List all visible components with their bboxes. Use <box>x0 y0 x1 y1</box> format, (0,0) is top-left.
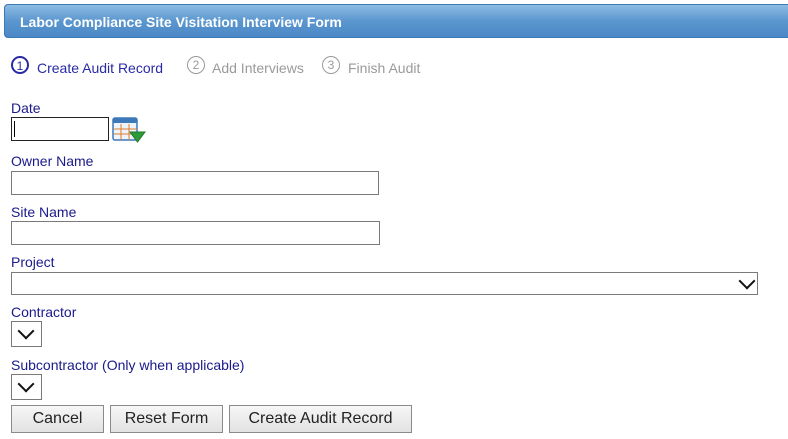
step-3-label: Finish Audit <box>348 60 421 76</box>
cancel-button[interactable]: Cancel <box>11 405 104 433</box>
subcontractor-label: Subcontractor (Only when applicable) <box>11 357 245 373</box>
chevron-down-icon <box>17 322 35 340</box>
contractor-select[interactable] <box>11 321 42 347</box>
form-title-bar: Labor Compliance Site Visitation Intervi… <box>4 4 788 38</box>
form-title: Labor Compliance Site Visitation Intervi… <box>20 14 342 30</box>
chevron-down-icon <box>17 375 35 393</box>
owner-name-input[interactable] <box>11 171 379 195</box>
project-select[interactable] <box>11 272 758 295</box>
step-2-label: Add Interviews <box>212 60 304 76</box>
date-input[interactable] <box>11 117 109 141</box>
site-name-input[interactable] <box>11 221 380 245</box>
subcontractor-select[interactable] <box>11 374 42 400</box>
step-2-number-icon: 2 <box>187 56 205 74</box>
step-1-number-icon: 1 <box>11 56 29 74</box>
chevron-down-icon <box>738 272 756 289</box>
calendar-dropdown-icon[interactable] <box>112 117 146 145</box>
date-label: Date <box>11 100 41 116</box>
reset-form-button[interactable]: Reset Form <box>110 405 223 433</box>
project-label: Project <box>11 254 55 270</box>
text-cursor <box>14 121 15 137</box>
owner-name-label: Owner Name <box>11 153 94 169</box>
create-audit-record-button[interactable]: Create Audit Record <box>229 405 412 433</box>
step-1-label: Create Audit Record <box>37 60 164 76</box>
contractor-label: Contractor <box>11 304 77 320</box>
step-3-number-icon: 3 <box>322 56 340 74</box>
site-name-label: Site Name <box>11 204 77 220</box>
